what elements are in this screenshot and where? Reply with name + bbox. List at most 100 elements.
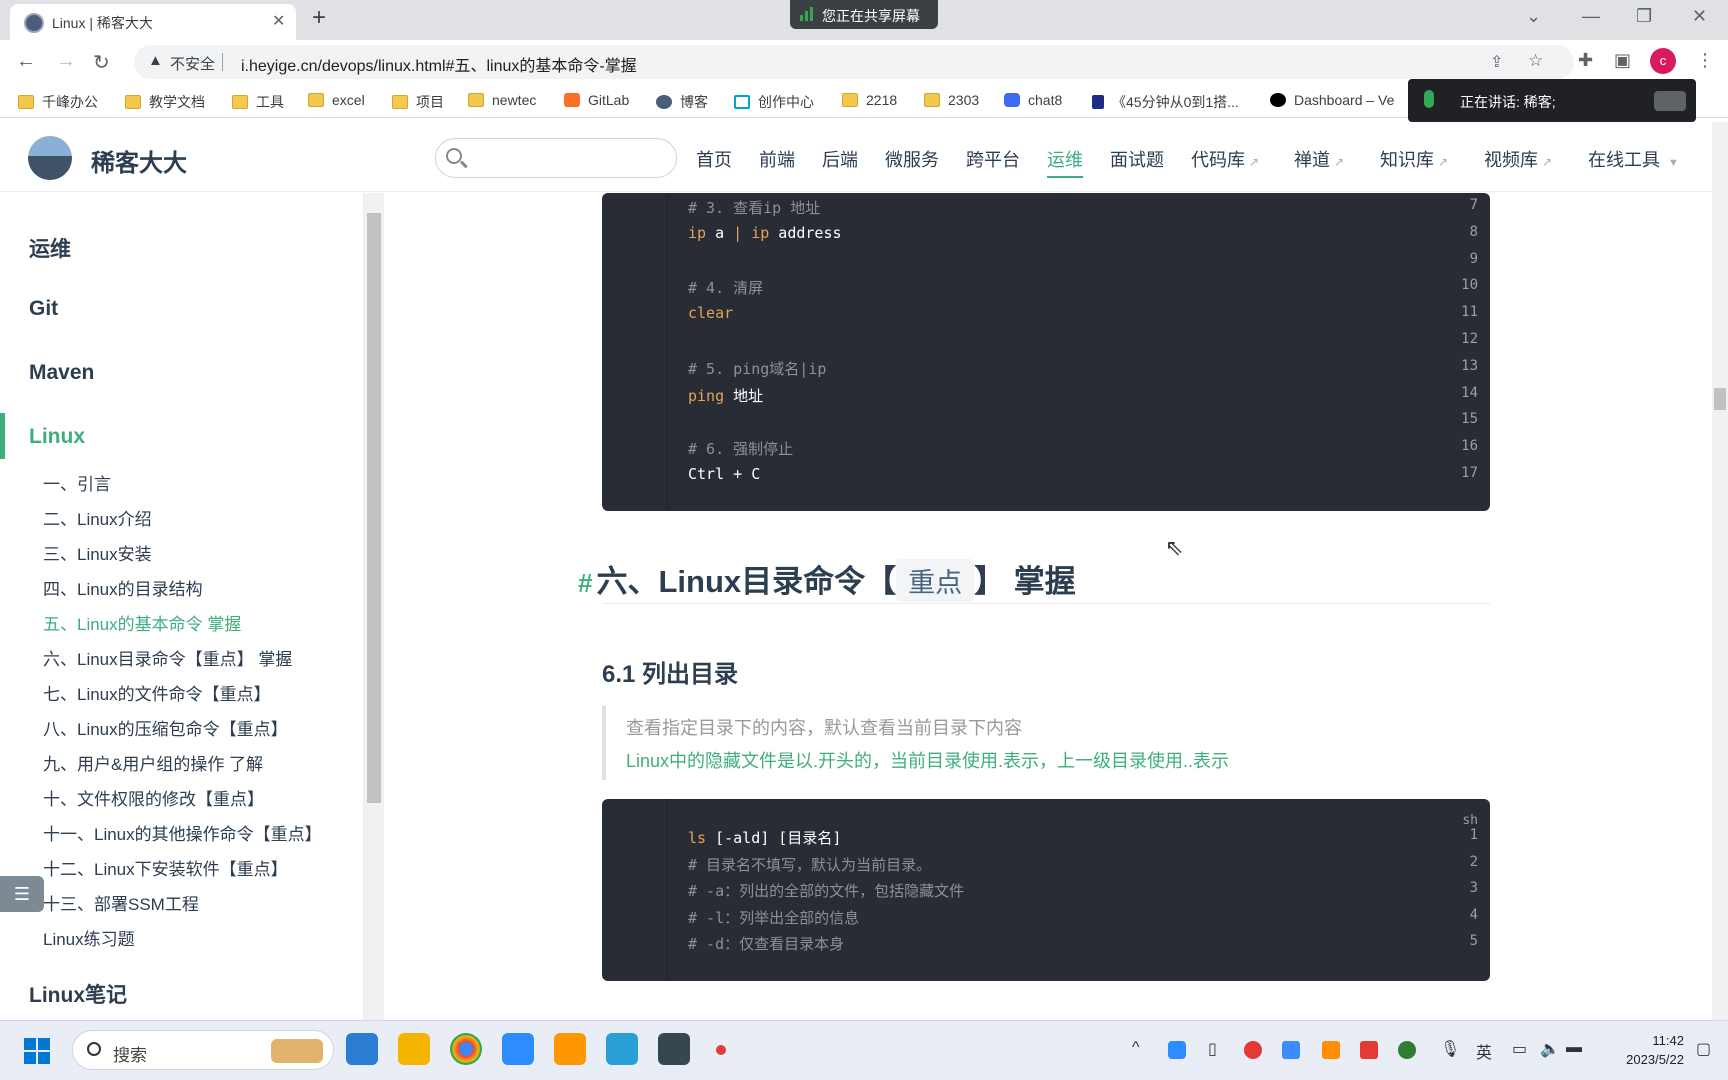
- tab-search-chevron-icon[interactable]: ⌄: [1526, 6, 1541, 27]
- nav-link[interactable]: 后端: [822, 146, 858, 172]
- file-explorer-icon[interactable]: [398, 1033, 430, 1065]
- sidebar-item[interactable]: 十、文件权限的修改【重点】: [43, 785, 264, 810]
- reload-icon[interactable]: ↻: [93, 50, 110, 75]
- sidebar-item[interactable]: 二、Linux介绍: [43, 505, 152, 530]
- virtual-machine-icon[interactable]: [606, 1033, 638, 1065]
- sidebar-group[interactable]: Linux笔记: [29, 979, 127, 1009]
- close-window-button[interactable]: ✕: [1692, 6, 1707, 27]
- sidebar-group[interactable]: Maven: [29, 361, 94, 385]
- more-menu-icon[interactable]: ⋮: [1696, 50, 1714, 71]
- tray-overflow-chevron-icon[interactable]: ^: [1132, 1039, 1140, 1057]
- minimize-button[interactable]: —: [1582, 6, 1600, 27]
- warning-triangle-icon[interactable]: ▲: [148, 52, 163, 69]
- sublime-text-icon[interactable]: [554, 1033, 586, 1065]
- address-bar[interactable]: ▲ 不安全 i.heyige.cn/devops/linux.html#五、li…: [134, 45, 1574, 79]
- taskbar-search-box[interactable]: 搜索: [72, 1030, 334, 1070]
- forward-arrow-icon[interactable]: →: [56, 50, 76, 73]
- tray-app-icon[interactable]: [1322, 1041, 1340, 1059]
- bookmark-item[interactable]: 千峰办公: [18, 92, 98, 112]
- page-scrollbar[interactable]: [1712, 122, 1728, 1020]
- sidebar-item[interactable]: 四、Linux的目录结构: [43, 575, 203, 600]
- sidebar-group[interactable]: Git: [29, 297, 58, 321]
- nav-link[interactable]: 代码库 ↗: [1191, 146, 1259, 172]
- sidebar-item[interactable]: 三、Linux安装: [43, 540, 152, 565]
- nav-link[interactable]: 知识库 ↗: [1380, 146, 1448, 172]
- sidebar-item[interactable]: 十二、Linux下安装软件【重点】: [43, 855, 288, 880]
- tray-app-icon[interactable]: [1360, 1041, 1378, 1059]
- tray-security-icon[interactable]: [1398, 1041, 1416, 1059]
- bookmark-item[interactable]: chat8: [1004, 92, 1062, 108]
- sidebar-item[interactable]: 七、Linux的文件命令【重点】: [43, 680, 271, 705]
- bookmark-item[interactable]: excel: [308, 92, 365, 108]
- sidebar-item[interactable]: 十一、Linux的其他操作命令【重点】: [43, 820, 322, 845]
- nav-link[interactable]: 视频库 ↗: [1484, 146, 1552, 172]
- sidebar-item[interactable]: 十三、部署SSM工程: [43, 890, 199, 915]
- bookmark-item[interactable]: newtec: [468, 92, 536, 108]
- sidebar-item[interactable]: 一、引言: [43, 470, 111, 495]
- ime-indicator[interactable]: 英: [1476, 1039, 1492, 1063]
- tray-microphone-icon[interactable]: 🎙: [1440, 1039, 1460, 1059]
- bookmark-star-icon[interactable]: ☆: [1528, 51, 1543, 71]
- extensions-puzzle-icon[interactable]: ✚: [1578, 50, 1593, 71]
- windows-start-icon[interactable]: [24, 1038, 50, 1064]
- tray-meeting-icon[interactable]: [1168, 1041, 1186, 1059]
- url-text[interactable]: i.heyige.cn/devops/linux.html#五、linux的基本…: [241, 52, 637, 76]
- nav-link[interactable]: 禅道 ↗: [1294, 146, 1344, 172]
- bookmark-item[interactable]: 创作中心: [734, 92, 814, 112]
- sidebar-group[interactable]: 运维: [29, 233, 71, 263]
- meeting-app-icon[interactable]: [502, 1033, 534, 1065]
- browser-tab[interactable]: Linux | 稀客大大 ✕: [10, 4, 296, 40]
- vscode-icon[interactable]: [346, 1033, 378, 1065]
- sidebar-item[interactable]: 九、用户&用户组的操作 了解: [43, 750, 263, 775]
- share-icon[interactable]: ⇪: [1490, 52, 1503, 72]
- sidebar-scrollbar[interactable]: [364, 193, 384, 1020]
- close-tab-icon[interactable]: ✕: [272, 11, 285, 31]
- terminal-icon[interactable]: [658, 1033, 690, 1065]
- nav-link[interactable]: 前端: [759, 146, 795, 172]
- tray-record-icon[interactable]: [1244, 1041, 1262, 1059]
- toc-toggle-icon[interactable]: ☰: [0, 876, 44, 912]
- sidebar-item[interactable]: 八、Linux的压缩包命令【重点】: [43, 715, 288, 740]
- tray-app-icon[interactable]: [1282, 1041, 1300, 1059]
- sidebar-item-active[interactable]: 五、Linux的基本命令 掌握: [43, 610, 241, 635]
- notification-icon[interactable]: ▢: [1696, 1039, 1711, 1059]
- insecure-label[interactable]: 不安全: [170, 53, 215, 74]
- bookmark-item[interactable]: 2218: [842, 92, 897, 108]
- network-icon[interactable]: ▭: [1512, 1039, 1527, 1059]
- bookmark-item[interactable]: GitLab: [564, 92, 629, 108]
- page-scroll-thumb[interactable]: [1714, 388, 1726, 410]
- nav-link[interactable]: 首页: [696, 146, 732, 172]
- site-name[interactable]: 稀客大大: [91, 143, 187, 178]
- site-search-input[interactable]: [435, 138, 677, 178]
- recorder-icon[interactable]: [716, 1045, 726, 1055]
- bookmark-item[interactable]: Dashboard – Ve: [1270, 92, 1394, 108]
- volume-icon[interactable]: 🔈: [1540, 1039, 1560, 1059]
- bookmark-item[interactable]: 博客: [656, 92, 708, 112]
- screen-sharing-banner[interactable]: 您正在共享屏幕: [790, 0, 938, 29]
- sidebar-item[interactable]: Linux练习题: [43, 925, 135, 950]
- bookmark-item[interactable]: 教学文档: [125, 92, 205, 112]
- nav-dropdown[interactable]: 在线工具 ▼: [1588, 146, 1679, 172]
- tray-usb-icon[interactable]: ▯: [1208, 1039, 1217, 1059]
- restore-button[interactable]: ❐: [1636, 6, 1652, 27]
- nav-link-active[interactable]: 运维: [1047, 146, 1083, 178]
- new-tab-button[interactable]: +: [312, 4, 326, 32]
- bookmark-item[interactable]: 2303: [924, 92, 979, 108]
- side-panel-icon[interactable]: ▣: [1614, 50, 1631, 71]
- site-logo-avatar[interactable]: [28, 136, 72, 180]
- bookmark-item[interactable]: 《45分钟从0到1搭...: [1092, 92, 1239, 112]
- anchor-hash-link[interactable]: #: [578, 568, 592, 598]
- sidebar-item[interactable]: 六、Linux目录命令【重点】 掌握: [43, 645, 292, 670]
- sidebar-group-active[interactable]: Linux: [29, 425, 85, 449]
- nav-link[interactable]: 面试题: [1110, 146, 1164, 172]
- sidebar-scroll-thumb[interactable]: [367, 213, 381, 803]
- back-arrow-icon[interactable]: ←: [16, 50, 36, 73]
- nav-link[interactable]: 微服务: [885, 146, 939, 172]
- bookmark-item[interactable]: 项目: [392, 92, 444, 112]
- system-clock[interactable]: 11:42 2023/5/22: [1592, 1031, 1684, 1069]
- bookmark-item[interactable]: 工具: [232, 92, 284, 112]
- battery-icon[interactable]: ▬: [1566, 1039, 1582, 1057]
- nav-link[interactable]: 跨平台: [966, 146, 1020, 172]
- profile-avatar[interactable]: c: [1650, 48, 1676, 74]
- chrome-icon[interactable]: [450, 1033, 482, 1065]
